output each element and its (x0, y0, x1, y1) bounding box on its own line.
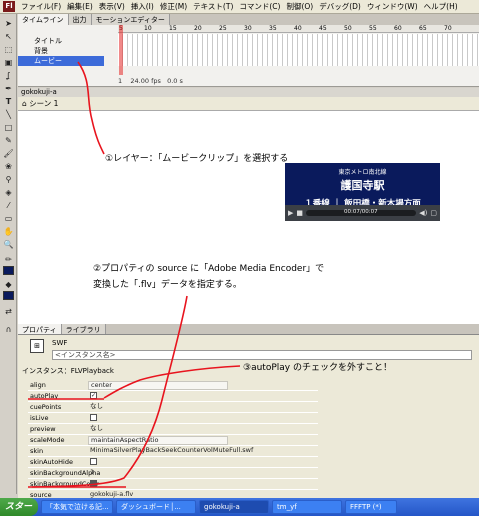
taskbar-item-dashboard[interactable]: ダッシュボード│... (116, 500, 196, 514)
taskbar-item-folder[interactable]: tm_yf (272, 500, 342, 514)
annotation-lines (28, 61, 241, 488)
taskbar-item-ffftp[interactable]: FFFTP (*) (345, 500, 397, 514)
start-button[interactable]: スタート (0, 498, 38, 516)
taskbar-item-browser1[interactable]: 「本気で泣ける記... (41, 500, 113, 514)
annotation-line-step1 (77, 61, 105, 155)
annotation-line-step2 (31, 295, 188, 488)
taskbar-item-flash[interactable]: gokokuji-a (199, 500, 269, 514)
taskbar: スタート 「本気で泣ける記... ダッシュボード│... gokokuji-a … (0, 498, 479, 516)
annotation-line-step3 (103, 365, 241, 399)
